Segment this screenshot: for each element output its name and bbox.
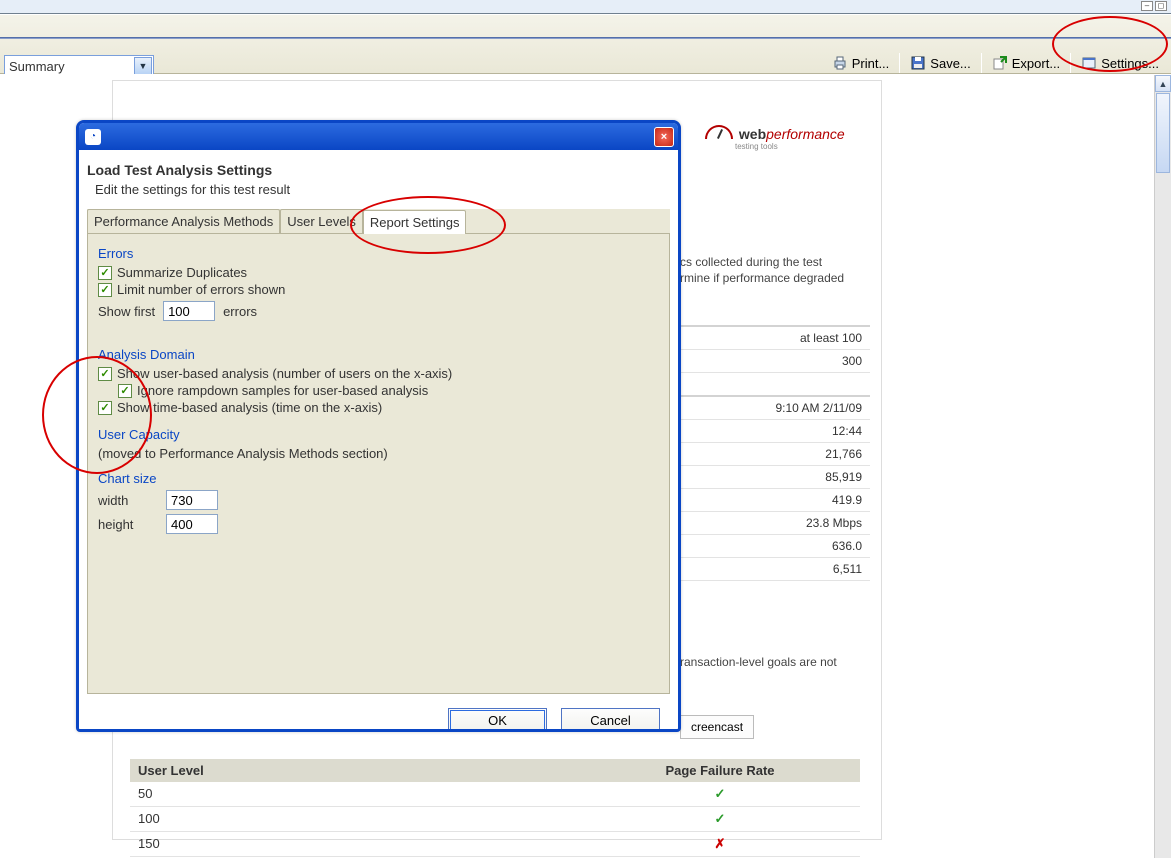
- dialog-subtitle: Edit the settings for this test result: [95, 182, 670, 197]
- checkbox-summarize-duplicates[interactable]: ✓: [98, 266, 112, 280]
- col-header-user-level: User Level: [130, 759, 580, 782]
- gauge-icon: [705, 125, 733, 139]
- dialog-title: Load Test Analysis Settings: [87, 162, 670, 178]
- ok-button[interactable]: OK: [448, 708, 547, 732]
- failure-rate-table: User Level Page Failure Rate 50 ✓ 100 ✓ …: [130, 759, 860, 857]
- tab-report-settings[interactable]: Report Settings: [363, 210, 467, 234]
- stat-row: 300: [680, 350, 870, 373]
- capacity-note: (moved to Performance Analysis Methods s…: [98, 446, 659, 461]
- export-icon: [992, 55, 1008, 71]
- export-button[interactable]: Export...: [992, 55, 1060, 71]
- table-row: 150 ✗: [130, 832, 860, 857]
- checkbox-ignore-rampdown[interactable]: ✓: [118, 384, 132, 398]
- stats-block-2: 9:10 AM 2/11/09 12:44 21,766 85,919 419.…: [680, 395, 870, 581]
- printer-icon: [832, 55, 848, 71]
- dialog-titlebar[interactable]: ◔ ×: [79, 123, 678, 150]
- screencast-button[interactable]: creencast: [680, 715, 754, 739]
- group-chart-size: Chart size: [98, 471, 659, 486]
- floppy-icon: [910, 55, 926, 71]
- close-button[interactable]: ×: [654, 127, 674, 147]
- stat-row: 12:44: [680, 420, 870, 443]
- checkbox-user-based[interactable]: ✓: [98, 367, 112, 381]
- cancel-button[interactable]: Cancel: [561, 708, 660, 732]
- checkbox-time-based[interactable]: ✓: [98, 401, 112, 415]
- stat-row: at least 100: [680, 325, 870, 350]
- stat-row: 419.9: [680, 489, 870, 512]
- stat-row: 85,919: [680, 466, 870, 489]
- stat-row: 636.0: [680, 535, 870, 558]
- check-icon: ✓: [715, 786, 726, 801]
- stat-row: 6,511: [680, 558, 870, 581]
- tab-user-levels[interactable]: User Levels: [280, 209, 363, 233]
- table-row: 50 ✓: [130, 782, 860, 807]
- scroll-up-icon[interactable]: ▲: [1155, 75, 1171, 92]
- stats-block-1: at least 100 300: [680, 325, 870, 373]
- chevron-down-icon[interactable]: ▼: [134, 57, 152, 75]
- save-button[interactable]: Save...: [910, 55, 970, 71]
- settings-button[interactable]: Settings...: [1081, 55, 1159, 71]
- stat-row: 23.8 Mbps: [680, 512, 870, 535]
- group-analysis-domain: Analysis Domain: [98, 347, 659, 362]
- minimize-icon[interactable]: –: [1141, 1, 1153, 11]
- maximize-icon[interactable]: ◻: [1155, 1, 1167, 11]
- scroll-thumb[interactable]: [1156, 93, 1170, 173]
- window-caption-bar: – ◻: [0, 0, 1171, 14]
- check-icon: ✓: [715, 811, 726, 826]
- settings-icon: [1081, 55, 1097, 71]
- app-icon: ◔: [85, 129, 101, 145]
- tab-performance-methods[interactable]: Performance Analysis Methods: [87, 209, 280, 233]
- group-errors: Errors: [98, 246, 659, 261]
- stat-row: 21,766: [680, 443, 870, 466]
- vertical-scrollbar[interactable]: ▲: [1154, 75, 1171, 858]
- checkbox-limit-errors[interactable]: ✓: [98, 283, 112, 297]
- goal-note-fragment: ransaction-level goals are not: [680, 655, 880, 669]
- col-header-failure-rate: Page Failure Rate: [580, 759, 860, 782]
- analysis-settings-dialog: ◔ × Load Test Analysis Settings Edit the…: [76, 120, 681, 732]
- report-settings-panel: Errors ✓ Summarize Duplicates ✓ Limit nu…: [87, 234, 670, 694]
- group-user-capacity: User Capacity: [98, 427, 659, 442]
- input-chart-height[interactable]: [166, 514, 218, 534]
- report-desc-line2: rmine if performance degraded: [680, 271, 880, 285]
- brand-logo: webperformance testing tools: [705, 125, 1011, 151]
- cross-icon: ✗: [715, 836, 726, 851]
- top-toolbar: Summary ▼ Print... Save... Export...: [0, 14, 1171, 74]
- view-selector-value: Summary: [9, 59, 65, 74]
- input-chart-width[interactable]: [166, 490, 218, 510]
- print-button[interactable]: Print...: [832, 55, 890, 71]
- stat-row: 9:10 AM 2/11/09: [680, 395, 870, 420]
- report-desc-line1: cs collected during the test: [680, 255, 880, 269]
- dialog-tabs: Performance Analysis Methods User Levels…: [87, 209, 670, 234]
- table-row: 100 ✓: [130, 807, 860, 832]
- input-errors-count[interactable]: [163, 301, 215, 321]
